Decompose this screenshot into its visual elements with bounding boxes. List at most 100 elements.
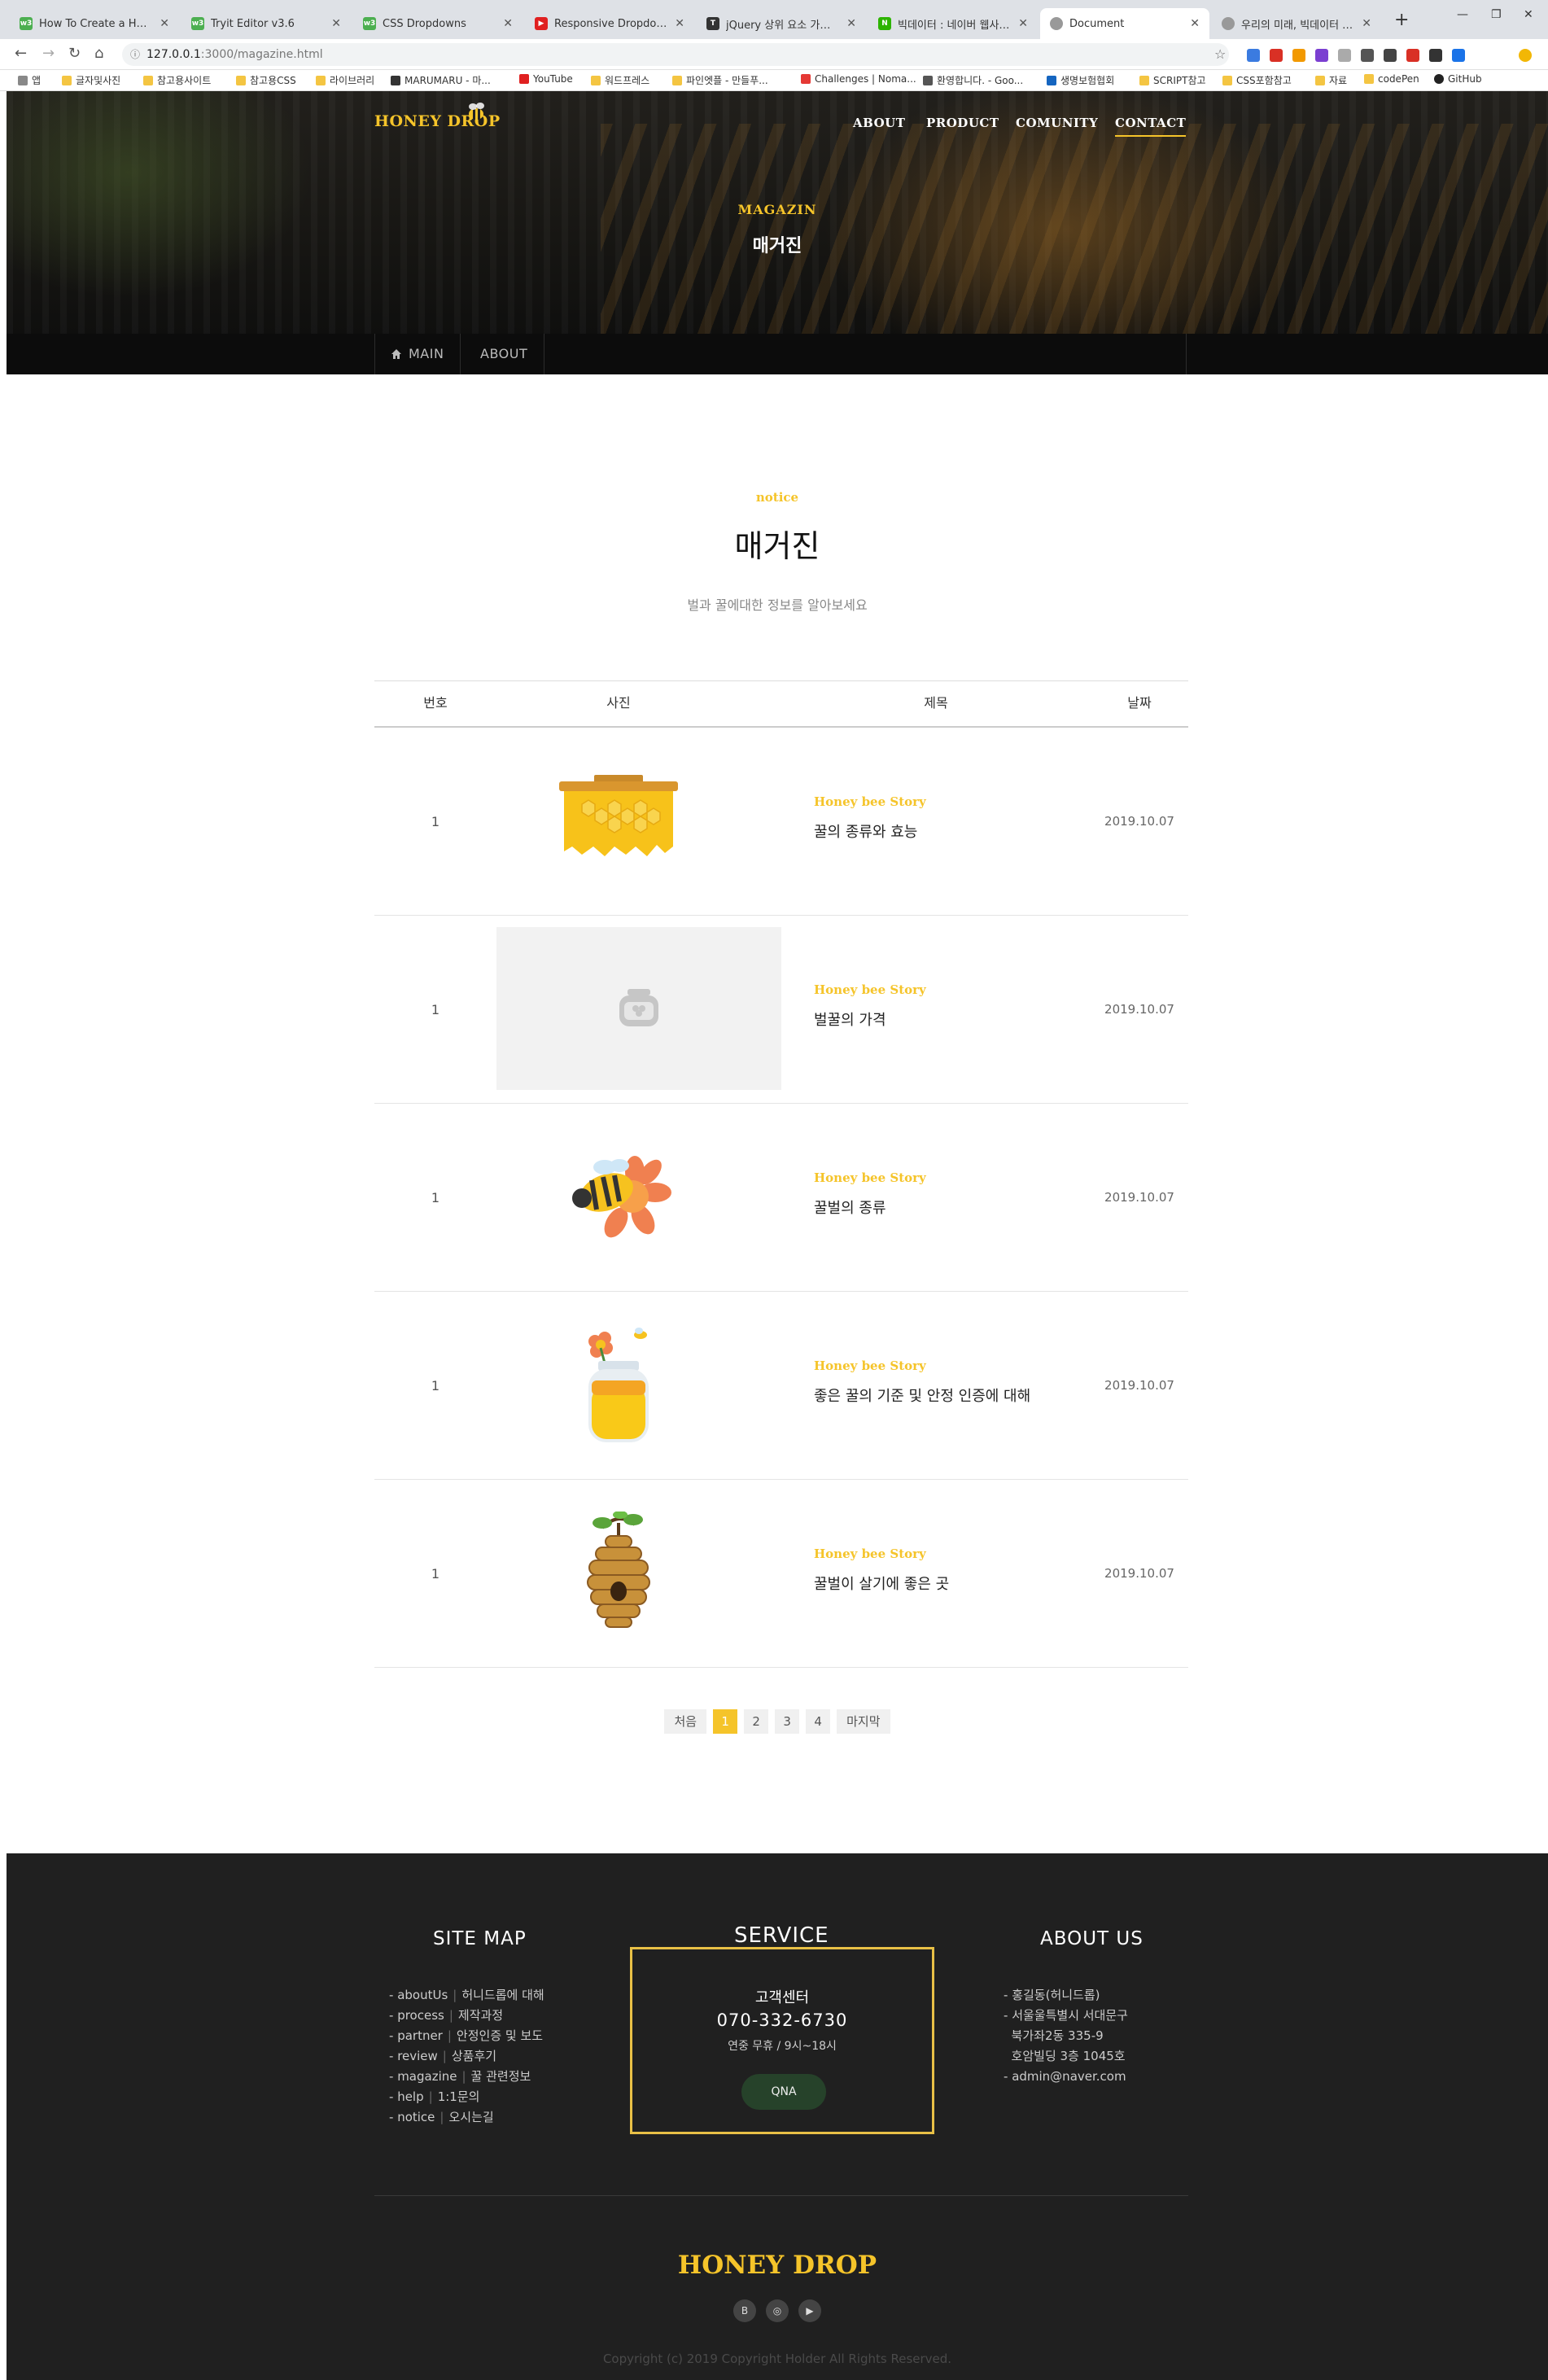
row-title-link[interactable]: 꿀벌이 살기에 좋은 곳 xyxy=(814,1573,949,1594)
bookmark-item[interactable]: 앱 xyxy=(18,73,41,87)
sitemap-link[interactable]: - help | 1:1문의 xyxy=(389,2087,544,2107)
bookmark-item[interactable]: SCRIPT참고 xyxy=(1139,73,1206,87)
browser-tab[interactable]: N 빅데이터 : 네이버 웹사이트 ✕ xyxy=(868,8,1038,39)
close-icon[interactable]: ✕ xyxy=(1362,17,1371,30)
row-title-link[interactable]: 꿀벌의 종류 xyxy=(814,1197,886,1218)
blog-icon[interactable]: B xyxy=(733,2299,756,2322)
bee-logo-icon xyxy=(469,103,484,120)
service-hours: 연중 무휴 / 9시~18시 xyxy=(728,2040,837,2053)
bookmark-item[interactable]: 환영합니다. - Goo... xyxy=(923,73,1023,87)
close-icon[interactable]: ✕ xyxy=(503,17,513,30)
sitemap-link[interactable]: - partner | 안정인증 및 보도 xyxy=(389,2026,544,2046)
sitemap-link[interactable]: - process | 제작과정 xyxy=(389,2006,544,2026)
youtube-icon[interactable]: ▶ xyxy=(798,2299,821,2322)
browser-tab[interactable]: w3 CSS Dropdowns ✕ xyxy=(353,8,523,39)
extension-icon[interactable] xyxy=(1384,49,1397,62)
browser-tab[interactable]: w3 Tryit Editor v3.6 ✕ xyxy=(181,8,351,39)
close-icon[interactable]: ✕ xyxy=(846,17,856,30)
sitemap-link[interactable]: - notice | 오시는길 xyxy=(389,2107,544,2128)
nav-contact[interactable]: CONTACT xyxy=(1115,116,1187,137)
extension-icon[interactable] xyxy=(1406,49,1419,62)
row-thumbnail[interactable] xyxy=(496,1491,741,1654)
browser-tab[interactable]: 우리의 미래, 빅데이터 - 틈 ✕ xyxy=(1212,8,1381,39)
row-thumbnail[interactable] xyxy=(496,739,741,902)
page-2-button[interactable]: 2 xyxy=(744,1709,769,1734)
table-row[interactable]: 1 Honey bee Story 벌꿀의 가격 2019.10.07 xyxy=(374,916,1188,1104)
close-icon[interactable]: ✕ xyxy=(675,17,684,30)
browser-tab-active[interactable]: Document ✕ xyxy=(1040,8,1209,39)
info-icon[interactable]: ⓘ xyxy=(130,43,140,66)
bookmark-item[interactable]: YouTube xyxy=(519,73,573,85)
close-icon[interactable]: ✕ xyxy=(1190,17,1200,30)
reload-icon[interactable]: ↻ xyxy=(68,45,81,62)
bookmark-item[interactable]: CSS포함참고 xyxy=(1222,73,1292,87)
profile-avatar[interactable] xyxy=(1519,49,1532,62)
page-3-button[interactable]: 3 xyxy=(775,1709,800,1734)
row-thumbnail[interactable] xyxy=(496,1115,741,1278)
bookmark-star-icon[interactable]: ☆ xyxy=(1214,46,1226,62)
sitemap-link[interactable]: - aboutUs | 허니드롭에 대해 xyxy=(389,1985,544,2006)
extension-icon[interactable] xyxy=(1315,49,1328,62)
breadcrumb-main[interactable]: MAIN xyxy=(374,334,461,374)
restore-icon[interactable]: ❐ xyxy=(1491,8,1502,21)
instagram-icon[interactable]: ◎ xyxy=(766,2299,789,2322)
bookmark-item[interactable]: MARUMARU - 마... xyxy=(391,73,491,87)
close-icon[interactable]: ✕ xyxy=(160,17,169,30)
qna-button[interactable]: QNA xyxy=(741,2074,826,2110)
table-row[interactable]: 1 xyxy=(374,728,1188,916)
page-4-button[interactable]: 4 xyxy=(806,1709,831,1734)
window-close-icon[interactable]: ✕ xyxy=(1524,8,1533,21)
minimize-icon[interactable]: — xyxy=(1457,8,1468,21)
bookmark-item[interactable]: 생명보험협회 xyxy=(1047,73,1114,87)
close-icon[interactable]: ✕ xyxy=(331,17,341,30)
browser-tab[interactable]: ▶Responsive Dropdown Nav✕ xyxy=(525,8,694,39)
browser-tab[interactable]: TjQuery 상위 요소 가져오기 ✕ xyxy=(697,8,866,39)
back-icon[interactable]: ← xyxy=(15,45,27,62)
home-icon[interactable]: ⌂ xyxy=(94,45,103,62)
bookmark-item[interactable]: 참고용CSS xyxy=(236,73,296,87)
sitemap-link[interactable]: - magazine | 꿀 관련정보 xyxy=(389,2067,544,2087)
footer-logo[interactable]: HONEY DROP xyxy=(7,2251,1548,2280)
w3-icon: w3 xyxy=(20,17,33,30)
page-first-button[interactable]: 처음 xyxy=(664,1709,707,1734)
page-1-button[interactable]: 1 xyxy=(713,1709,738,1734)
extension-icon[interactable] xyxy=(1247,49,1260,62)
breadcrumb-about[interactable]: ABOUT xyxy=(464,334,545,374)
extension-icon[interactable] xyxy=(1270,49,1283,62)
row-title-link[interactable]: 벌꿀의 가격 xyxy=(814,1008,886,1030)
row-title-link[interactable]: 꿀의 종류와 효능 xyxy=(814,820,917,842)
table-row[interactable]: 1 xyxy=(374,1104,1188,1292)
browser-tab-bar: w3How To Create a Horizontal✕ w3Tryit Ed… xyxy=(0,0,1548,39)
sitemap-link[interactable]: - review | 상품후기 xyxy=(389,2046,544,2067)
nav-comunity[interactable]: COMUNITY xyxy=(1016,116,1098,130)
table-row[interactable]: 1 Honey bee Story 좋은 꿀의 기준 및 안정 인증에 대해 2… xyxy=(374,1292,1188,1480)
extension-icon[interactable] xyxy=(1361,49,1374,62)
extension-icon[interactable] xyxy=(1338,49,1351,62)
extension-icon[interactable] xyxy=(1292,49,1305,62)
bookmark-item[interactable]: Challenges | Noma... xyxy=(801,73,916,85)
browser-tab[interactable]: w3How To Create a Horizontal✕ xyxy=(10,8,179,39)
column-header-title: 제목 xyxy=(924,695,948,711)
bookmark-item[interactable]: 글자및사진 xyxy=(62,73,120,87)
row-title-link[interactable]: 좋은 꿀의 기준 및 안정 인증에 대해 xyxy=(814,1385,1030,1406)
address-bar[interactable]: ⓘ 127.0.0.1:3000/magazine.html xyxy=(122,43,1229,66)
new-tab-icon[interactable]: + xyxy=(1394,10,1409,30)
extension-icon[interactable] xyxy=(1429,49,1442,62)
forward-icon[interactable]: → xyxy=(42,45,55,62)
page-last-button[interactable]: 마지막 xyxy=(837,1709,890,1734)
bookmark-item[interactable]: GitHub xyxy=(1434,73,1482,85)
bookmark-item[interactable]: 라이브러리 xyxy=(316,73,374,87)
bookmark-item[interactable]: 파인엣플 - 만들푸... xyxy=(672,73,768,87)
row-date: 2019.10.07 xyxy=(1104,1002,1174,1017)
nav-about[interactable]: ABOUT xyxy=(853,116,905,130)
bookmark-item[interactable]: codePen xyxy=(1364,73,1419,85)
row-thumbnail[interactable] xyxy=(496,1303,741,1466)
nav-product[interactable]: PRODUCT xyxy=(926,116,999,130)
extension-icon[interactable] xyxy=(1452,49,1465,62)
close-icon[interactable]: ✕ xyxy=(1018,17,1028,30)
table-row[interactable]: 1 xyxy=(374,1480,1188,1668)
bookmark-item[interactable]: 참고용사이트 xyxy=(143,73,211,87)
row-thumbnail[interactable] xyxy=(496,927,781,1090)
bookmark-item[interactable]: 자료 xyxy=(1315,73,1347,87)
bookmark-item[interactable]: 워드프레스 xyxy=(591,73,649,87)
